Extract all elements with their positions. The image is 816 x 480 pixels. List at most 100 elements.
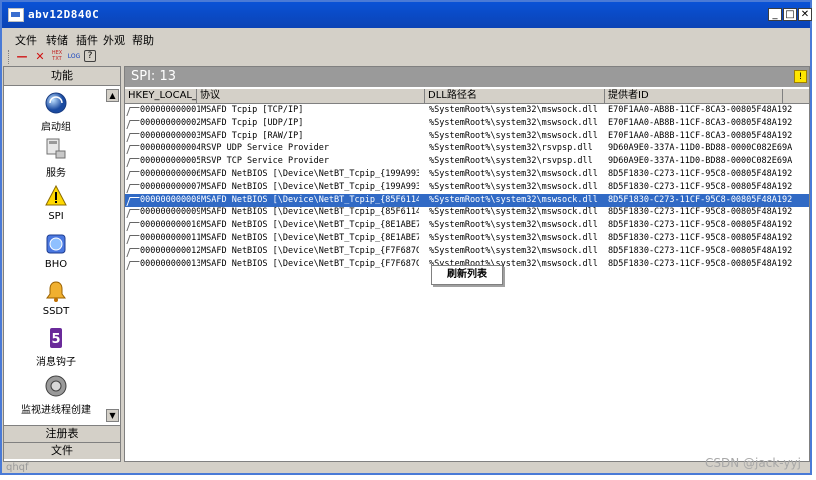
toolbar-grip[interactable] xyxy=(8,50,11,64)
menu-appearance[interactable]: 外观 xyxy=(103,32,125,48)
cell-provider: E70F1AA0-AB8B-11CF-8CA3-00805F48A192 xyxy=(608,117,793,128)
row-link-icon xyxy=(126,107,140,116)
left-panel: 功能 ▲ 启动组 服务 SPI BHO SSDT 5 消息钩子 监视进线程创建 … xyxy=(3,66,121,462)
delete-icon[interactable]: ✕ xyxy=(33,50,47,64)
cell-provider: 9D60A9E0-337A-11D0-BD88-0000C082E69A xyxy=(608,143,793,154)
cell-dll: %SystemRoot%\system32\rsvpsp.dll xyxy=(429,156,593,167)
cell-key: 000000000008 xyxy=(140,194,200,205)
row-link-icon xyxy=(126,209,140,219)
main-panel: SPI: 13 ! HKEY_LOCAL_... 协议 DLL路径名 提供者ID… xyxy=(124,66,810,462)
cell-protocol: RSVP UDP Service Provider xyxy=(201,143,329,154)
nav-item-bho[interactable]: BHO xyxy=(4,232,108,270)
log-icon[interactable]: LOG xyxy=(67,50,81,64)
scroll-down-button[interactable]: ▼ xyxy=(106,409,119,422)
row-link-icon xyxy=(126,196,140,206)
hook-icon: 5 xyxy=(44,326,68,350)
row-link-icon xyxy=(126,260,140,270)
nav-item-services[interactable]: 服务 xyxy=(4,137,108,179)
cell-protocol: MSAFD NetBIOS [\Device\NetBT_Tcpip_{F7F6… xyxy=(201,245,419,256)
cell-protocol: MSAFD NetBIOS [\Device\NetBT_Tcpip_{199A… xyxy=(201,181,419,192)
table-row[interactable]: 000000000004 RSVP UDP Service Provider %Sy… xyxy=(125,142,809,155)
context-menu-refresh[interactable]: 刷新列表 xyxy=(447,269,487,280)
minus-icon[interactable]: — xyxy=(15,50,29,64)
column-header-provider[interactable]: 提供者ID xyxy=(605,89,783,103)
grid-header: HKEY_LOCAL_... 协议 DLL路径名 提供者ID xyxy=(125,89,809,104)
cell-provider: E70F1AA0-AB8B-11CF-8CA3-00805F48A192 xyxy=(608,130,793,141)
table-row[interactable]: 000000000010 MSAFD NetBIOS [\Device\NetBT… xyxy=(125,219,809,232)
table-row[interactable]: 000000000005 RSVP TCP Service Provider %Sy… xyxy=(125,155,809,168)
nav-label-monitor: 监视进线程创建 xyxy=(21,405,91,416)
startup-group-icon xyxy=(44,91,68,115)
monitor-icon xyxy=(44,374,68,398)
close-button[interactable]: ✕ xyxy=(798,8,812,21)
row-link-icon xyxy=(126,222,140,232)
menu-plugins[interactable]: 插件 xyxy=(76,32,98,48)
cell-key: 000000000001 xyxy=(140,105,200,115)
menu-bar: 文件 转储 插件 外观 帮助 xyxy=(2,29,810,47)
menu-file[interactable]: 文件 xyxy=(15,32,37,48)
cell-provider: 8D5F1830-C273-11CF-95C8-00805F48A192 xyxy=(608,169,793,179)
alert-icon[interactable]: ! xyxy=(794,70,807,83)
title-bar[interactable]: abv12D840C _ □ ✕ xyxy=(2,2,812,28)
nav-item-startup[interactable]: 启动组 xyxy=(4,91,108,133)
bho-icon xyxy=(44,232,68,256)
cell-protocol: MSAFD Tcpip [RAW/IP] xyxy=(201,130,304,141)
cell-key: 000000000007 xyxy=(140,181,200,192)
cell-dll: %SystemRoot%\system32\mswsock.dll xyxy=(429,220,598,231)
nav-label-spi: SPI xyxy=(48,211,64,222)
cell-protocol: MSAFD NetBIOS [\Device\NetBT_Tcpip_{85F6… xyxy=(201,194,419,205)
nav-item-spi[interactable]: SPI xyxy=(4,184,108,222)
maximize-button[interactable]: □ xyxy=(783,8,797,21)
cell-protocol: MSAFD NetBIOS [\Device\NetBT_Tcpip_{8E1A… xyxy=(201,220,419,231)
cell-dll: %SystemRoot%\system32\mswsock.dll xyxy=(429,245,598,256)
help-icon[interactable]: ? xyxy=(84,50,96,62)
services-icon xyxy=(44,137,68,161)
bell-icon xyxy=(44,279,68,303)
cell-provider: 8D5F1830-C273-11CF-95C8-00805F48A192 xyxy=(608,194,793,205)
nav-label-startup: 启动组 xyxy=(41,122,71,133)
hex-txt-icon[interactable]: HEX TXT xyxy=(50,50,64,64)
minimize-button[interactable]: _ xyxy=(768,8,782,21)
menu-help[interactable]: 帮助 xyxy=(132,32,154,48)
cell-protocol: MSAFD NetBIOS [\Device\NetBT_Tcpip_{8E1A… xyxy=(201,233,419,243)
table-row[interactable]: 000000000008 MSAFD NetBIOS [\Device\NetBT… xyxy=(125,193,809,207)
toolbar: — ✕ HEX TXT LOG ? xyxy=(2,48,810,66)
table-row[interactable]: 000000000001 MSAFD Tcpip [TCP/IP] %SystemR… xyxy=(125,104,809,117)
menu-dump[interactable]: 转储 xyxy=(46,32,68,48)
table-row[interactable]: 000000000007 MSAFD NetBIOS [\Device\NetBT… xyxy=(125,181,809,194)
cell-dll: %SystemRoot%\system32\mswsock.dll xyxy=(429,105,598,115)
cell-key: 000000000006 xyxy=(140,169,200,179)
row-link-icon xyxy=(126,132,140,142)
table-row[interactable]: 000000000009 MSAFD NetBIOS [\Device\NetBT… xyxy=(125,206,809,219)
column-header-protocol[interactable]: 协议 xyxy=(197,89,425,103)
cell-provider: 9D60A9E0-337A-11D0-BD88-0000C082E69A xyxy=(608,156,793,167)
cell-dll: %SystemRoot%\system32\mswsock.dll xyxy=(429,181,598,192)
cell-key: 000000000002 xyxy=(140,117,200,128)
table-row[interactable]: 000000000006 MSAFD NetBIOS [\Device\NetBT… xyxy=(125,168,809,181)
row-link-icon xyxy=(126,119,140,129)
column-header-dll[interactable]: DLL路径名 xyxy=(425,89,605,103)
left-panel-header: 功能 xyxy=(4,67,120,86)
tab-registry[interactable]: 注册表 xyxy=(4,425,120,442)
column-header-key[interactable]: HKEY_LOCAL_... xyxy=(125,89,197,103)
nav-label-services: 服务 xyxy=(46,168,66,179)
cell-provider: 8D5F1830-C273-11CF-95C8-00805F48A192 xyxy=(608,245,793,256)
cell-dll: %SystemRoot%\system32\mswsock.dll xyxy=(429,130,598,141)
cell-protocol: MSAFD NetBIOS [\Device\NetBT_Tcpip_{199A… xyxy=(201,169,419,179)
spi-count-label: SPI: 13 xyxy=(131,69,176,84)
nav-item-ssdt[interactable]: SSDT xyxy=(4,279,108,317)
cell-protocol: MSAFD Tcpip [TCP/IP] xyxy=(201,105,304,115)
cell-provider: E70F1AA0-AB8B-11CF-8CA3-00805F48A192 xyxy=(608,105,793,115)
tab-file[interactable]: 文件 xyxy=(4,442,120,459)
row-link-icon xyxy=(126,158,140,168)
nav-item-monitor[interactable]: 监视进线程创建 xyxy=(4,374,108,416)
cell-provider: 8D5F1830-C273-11CF-95C8-00805F48A192 xyxy=(608,207,793,218)
cell-dll: %SystemRoot%\system32\mswsock.dll xyxy=(429,117,598,128)
nav-item-hooks[interactable]: 5 消息钩子 xyxy=(4,326,108,368)
table-row[interactable]: 000000000011 MSAFD NetBIOS [\Device\NetBT… xyxy=(125,232,809,245)
cell-protocol: RSVP TCP Service Provider xyxy=(201,156,329,167)
cell-key: 000000000009 xyxy=(140,207,200,218)
table-row[interactable]: 000000000002 MSAFD Tcpip [UDP/IP] %SystemR… xyxy=(125,117,809,130)
table-row[interactable]: 000000000012 MSAFD NetBIOS [\Device\NetBT… xyxy=(125,245,809,258)
table-row[interactable]: 000000000003 MSAFD Tcpip [RAW/IP] %SystemR… xyxy=(125,130,809,143)
